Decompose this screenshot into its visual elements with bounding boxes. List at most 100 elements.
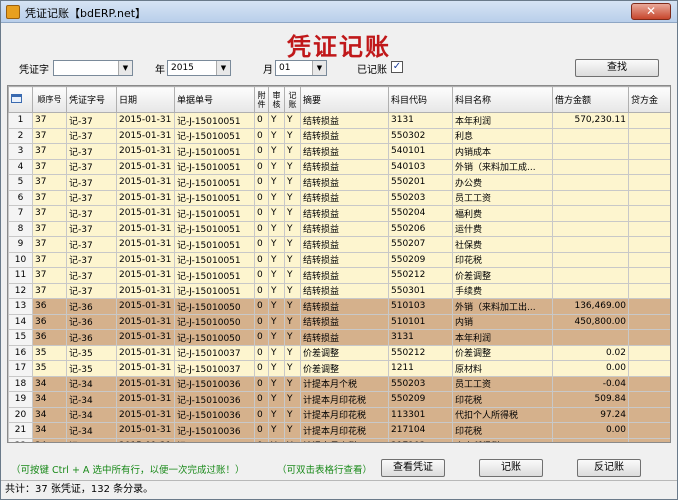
table-cell: 2015-01-31 — [116, 391, 175, 408]
table-cell: 550209 — [388, 391, 453, 408]
table-row[interactable]: 11 37 记-37 2015-01-31 记-J-15010051 0 Y Y 结转损益 550… — [8, 267, 670, 284]
table-cell: 37 — [32, 267, 67, 284]
table-row[interactable]: 14 36 记-36 2015-01-31 记-J-15010050 0 Y Y 结转损益 510… — [8, 313, 670, 330]
table-cell: 37 — [32, 158, 67, 175]
table-cell: 37 — [32, 282, 67, 299]
chevron-down-icon[interactable]: ▼ — [216, 61, 230, 75]
table-cell: 0 — [254, 360, 269, 377]
table-row[interactable]: 10 37 记-37 2015-01-31 记-J-15010051 0 Y Y 结转损益 550… — [8, 251, 670, 268]
chevron-down-icon[interactable]: ▼ — [312, 61, 326, 75]
table-cell: 内销成本 — [452, 143, 553, 160]
year-select[interactable]: 2015 ▼ — [167, 60, 231, 76]
table-row[interactable]: 7 37 记-37 2015-01-31 记-J-15010051 0 Y Y 结转损益 5502… — [8, 205, 670, 222]
table-cell: Y — [268, 189, 285, 206]
column-header[interactable]: 摘要 — [300, 86, 389, 113]
column-header[interactable]: 记账 — [284, 86, 301, 113]
table-cell: 结转损益 — [300, 174, 389, 191]
grid-corner[interactable] — [8, 86, 33, 113]
table-cell: 0 — [254, 189, 269, 206]
table-cell: 记-37 — [66, 127, 117, 144]
table-cell: 记-37 — [66, 267, 117, 284]
grid-icon — [11, 93, 22, 103]
table-row[interactable]: 20 34 记-34 2015-01-31 记-J-15010036 0 Y Y 计提本月印花税… — [8, 406, 670, 423]
table-body: 1 37 记-37 2015-01-31 记-J-15010051 0 Y Y 结转损益 3131… — [8, 112, 670, 442]
column-header[interactable]: 贷方金 — [628, 86, 670, 113]
table-cell: Y — [284, 251, 301, 268]
table-cell: 结转损益 — [300, 127, 389, 144]
column-header[interactable]: 科目名称 — [452, 86, 553, 113]
table-cell: 记-J-15010051 — [174, 112, 255, 129]
chevron-down-icon[interactable]: ▼ — [118, 61, 132, 75]
table-cell: 510103 — [388, 298, 453, 315]
table-cell: Y — [268, 344, 285, 361]
table-cell: Y — [284, 360, 301, 377]
table-cell — [552, 189, 629, 206]
table-cell: 0 — [254, 406, 269, 423]
table-cell: 记-J-15010051 — [174, 158, 255, 175]
table-header-row: 顺序号 凭证字号 日期 单据单号 附件 审核 记账 摘要 科目代码 科目名称 借… — [8, 86, 670, 113]
table-row[interactable]: 4 37 记-37 2015-01-31 记-J-15010051 0 Y Y 结转损益 5401… — [8, 158, 670, 175]
table-cell: 2015-01-31 — [116, 360, 175, 377]
table-row[interactable]: 2234记-342015-01-31记-J-150100360YY计提本月个税2… — [8, 437, 670, 442]
table-row[interactable]: 9 37 记-37 2015-01-31 记-J-15010051 0 Y Y 结转损益 5502… — [8, 236, 670, 253]
search-button[interactable]: 查找 — [575, 59, 659, 77]
table-cell: Y — [268, 329, 285, 346]
column-header[interactable]: 审核 — [268, 86, 285, 113]
table-cell: 0 — [254, 143, 269, 160]
voucher-grid[interactable]: 顺序号 凭证字号 日期 单据单号 附件 审核 记账 摘要 科目代码 科目名称 借… — [7, 85, 671, 443]
table-cell: Y — [268, 360, 285, 377]
title-bar[interactable]: 凭证记账【bdERP.net】 ✕ — [1, 1, 677, 23]
column-header[interactable]: 顺序号 — [32, 86, 67, 113]
column-header[interactable]: 日期 — [116, 86, 175, 113]
table-row[interactable]: 21 34 记-34 2015-01-31 记-J-15010036 0 Y Y 计提本月印花税… — [8, 422, 670, 439]
table-row[interactable]: 8 37 记-37 2015-01-31 记-J-15010051 0 Y Y 结转损益 5502… — [8, 220, 670, 237]
table-cell: 本年利润 — [452, 112, 553, 129]
column-header[interactable]: 附件 — [254, 86, 269, 113]
table-row[interactable]: 6 37 记-37 2015-01-31 记-J-15010051 0 Y Y 结转损益 5502… — [8, 189, 670, 206]
close-button[interactable]: ✕ — [631, 3, 671, 20]
table-cell — [628, 220, 670, 237]
table-cell — [552, 267, 629, 284]
column-header[interactable]: 单据单号 — [174, 86, 255, 113]
table-cell: 价差调整 — [452, 267, 553, 284]
table-row[interactable]: 3 37 记-37 2015-01-31 记-J-15010051 0 Y Y 结转损益 5401… — [8, 143, 670, 160]
table-row[interactable]: 19 34 记-34 2015-01-31 记-J-15010036 0 Y Y 计提本月印花税… — [8, 391, 670, 408]
table-row[interactable]: 2 37 记-37 2015-01-31 记-J-15010051 0 Y Y 结转损益 5503… — [8, 127, 670, 144]
column-header[interactable]: 借方金额 — [552, 86, 629, 113]
view-voucher-button[interactable]: 查看凭证 — [381, 459, 445, 477]
column-header[interactable]: 科目代码 — [388, 86, 453, 113]
table-cell: 37 — [32, 251, 67, 268]
table-cell: 550203 — [388, 375, 453, 392]
table-cell: Y — [268, 437, 285, 442]
table-row[interactable]: 16 35 记-35 2015-01-31 记-J-15010037 0 Y Y 价差调整 550… — [8, 344, 670, 361]
post-button[interactable]: 记账 — [479, 459, 543, 477]
table-cell: 2015-01-31 — [116, 189, 175, 206]
table-cell: 记-J-15010036 — [174, 406, 255, 423]
table-cell: 0 — [254, 313, 269, 330]
column-header[interactable]: 凭证字号 — [66, 86, 117, 113]
table-row[interactable]: 13 36 记-36 2015-01-31 记-J-15010050 0 Y Y 结转损益 510… — [8, 298, 670, 315]
table-row[interactable]: 1 37 记-37 2015-01-31 记-J-15010051 0 Y Y 结转损益 3131… — [8, 112, 670, 129]
table-cell: 计提本月印花税 — [300, 406, 389, 423]
table-row[interactable]: 18 34 记-34 2015-01-31 记-J-15010036 0 Y Y 计提本月个税 5… — [8, 375, 670, 392]
unpost-button[interactable]: 反记账 — [577, 459, 641, 477]
table-cell: 记-J-15010051 — [174, 267, 255, 284]
table-cell: 记-37 — [66, 112, 117, 129]
table-row[interactable]: 15 36 记-36 2015-01-31 记-J-15010050 0 Y Y 结转损益 313… — [8, 329, 670, 346]
table-cell: 550302 — [388, 127, 453, 144]
table-cell: 社保费 — [452, 236, 553, 253]
table-cell: 2015-01-31 — [116, 344, 175, 361]
table-cell: 37 — [32, 143, 67, 160]
posted-checkbox[interactable]: ✓ — [391, 61, 403, 73]
table-cell: 结转损益 — [300, 329, 389, 346]
table-row[interactable]: 17 35 记-35 2015-01-31 记-J-15010037 0 Y Y 价差调整 121… — [8, 360, 670, 377]
table-cell — [628, 298, 670, 315]
table-cell: 2015-01-31 — [116, 251, 175, 268]
table-cell — [628, 391, 670, 408]
table-cell: Y — [284, 174, 301, 191]
month-select[interactable]: 01 ▼ — [275, 60, 327, 76]
table-row[interactable]: 5 37 记-37 2015-01-31 记-J-15010051 0 Y Y 结转损益 5502… — [8, 174, 670, 191]
table-cell: 3131 — [388, 112, 453, 129]
table-row[interactable]: 12 37 记-37 2015-01-31 记-J-15010051 0 Y Y 结转损益 550… — [8, 282, 670, 299]
voucher-word-select[interactable]: ▼ — [53, 60, 133, 76]
